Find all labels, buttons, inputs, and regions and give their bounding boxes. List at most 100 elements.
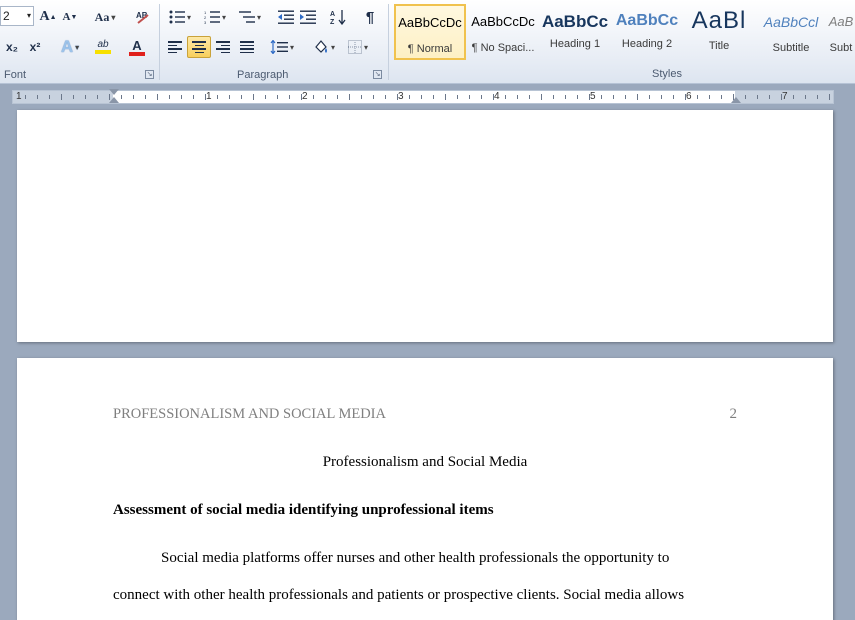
style-no-spacing[interactable]: AaBbCcDc ¶ No Spaci... bbox=[467, 4, 539, 60]
ruler-tick bbox=[133, 95, 134, 99]
decrease-indent-icon bbox=[278, 10, 294, 24]
style-name: ¶ Normal bbox=[407, 43, 453, 55]
ruler-tick bbox=[757, 95, 758, 99]
paragraph-dialog-launcher-icon[interactable]: ↘ bbox=[373, 70, 382, 79]
align-left-icon bbox=[168, 41, 182, 53]
ruler-tick bbox=[493, 94, 494, 100]
ruler-tick bbox=[433, 95, 434, 99]
ruler-tick bbox=[565, 95, 566, 99]
style-name: Heading 2 bbox=[621, 38, 673, 50]
ruler-tick bbox=[193, 95, 194, 99]
numbering-icon: 123 bbox=[204, 10, 220, 24]
subscript-button[interactable]: x₂ bbox=[2, 36, 22, 58]
style-heading-2[interactable]: AaBbCc Heading 2 bbox=[611, 4, 683, 60]
justify-button[interactable] bbox=[235, 36, 259, 58]
ruler-left-margin bbox=[13, 91, 113, 103]
style-title[interactable]: AaBl Title bbox=[683, 4, 755, 60]
sort-button[interactable]: AZ bbox=[327, 6, 349, 28]
show-formatting-marks-button[interactable]: ¶ bbox=[359, 6, 381, 28]
ruler-tick bbox=[313, 95, 314, 99]
ruler-tick bbox=[457, 95, 458, 99]
document-title[interactable]: Professionalism and Social Media bbox=[17, 454, 833, 471]
style-sample: AaBbCcl bbox=[763, 14, 819, 30]
section-heading[interactable]: Assessment of social media identifying u… bbox=[113, 502, 494, 519]
grow-font-button[interactable]: A ▲ bbox=[38, 6, 58, 28]
style-subtle-emphasis[interactable]: AaB Subt bbox=[827, 4, 855, 60]
ruler-tick bbox=[145, 95, 146, 99]
ruler-tick bbox=[529, 95, 530, 99]
ruler-tick bbox=[469, 95, 470, 99]
bullets-button[interactable]: ▾ bbox=[165, 6, 195, 28]
ruler-tick bbox=[649, 95, 650, 99]
style-heading-1[interactable]: AaBbCc Heading 1 bbox=[539, 4, 611, 60]
multilevel-list-icon bbox=[238, 11, 255, 23]
change-case-button[interactable]: Aa ▾ bbox=[90, 6, 120, 28]
paragraph-group: ▾ 1 2 3 ▾ ▾ AZ ¶ ▾ ▾ ▾ Paragraph ↘ bbox=[161, 0, 387, 84]
line-spacing-icon bbox=[270, 40, 288, 54]
ruler-tick bbox=[685, 94, 686, 100]
body-paragraph-line[interactable]: connect with other health professionals … bbox=[113, 587, 733, 604]
superscript-button[interactable]: x² bbox=[25, 36, 45, 58]
borders-button[interactable]: ▾ bbox=[343, 36, 373, 58]
font-dialog-launcher-icon[interactable]: ↘ bbox=[145, 70, 154, 79]
align-right-icon bbox=[216, 41, 230, 53]
align-center-button[interactable] bbox=[187, 36, 211, 58]
ruler-tick bbox=[745, 95, 746, 99]
ruler-tick bbox=[385, 95, 386, 99]
clear-formatting-button[interactable]: AB bbox=[132, 6, 154, 28]
body-paragraph-line[interactable]: Social media platforms offer nurses and … bbox=[113, 550, 733, 567]
ruler-tick bbox=[37, 95, 38, 99]
running-head[interactable]: PROFESSIONALISM AND SOCIAL MEDIA bbox=[113, 406, 386, 423]
numbering-button[interactable]: 1 2 3 ▾ bbox=[199, 6, 231, 28]
style-name: Title bbox=[708, 40, 730, 52]
style-subtitle[interactable]: AaBbCcl Subtitle bbox=[755, 4, 827, 60]
document-page[interactable]: PROFESSIONALISM AND SOCIAL MEDIA 2 Profe… bbox=[17, 358, 833, 620]
ruler-tick bbox=[553, 95, 554, 99]
ruler-tick bbox=[121, 95, 122, 99]
ruler-tick bbox=[589, 94, 590, 100]
ruler-tick bbox=[325, 95, 326, 99]
highlight-button[interactable]: ab bbox=[88, 36, 118, 58]
highlight-icon: ab bbox=[97, 39, 109, 50]
ruler-tick bbox=[349, 94, 350, 100]
ruler-tick bbox=[49, 95, 50, 99]
svg-text:Z: Z bbox=[330, 19, 335, 25]
align-left-button[interactable] bbox=[163, 36, 187, 58]
horizontal-ruler[interactable]: 1 1 2 3 4 5 6 7 bbox=[12, 89, 834, 104]
shrink-font-button[interactable]: A ▼ bbox=[60, 6, 80, 28]
style-normal[interactable]: AaBbCcDc ¶ Normal bbox=[394, 4, 466, 60]
ruler-tick bbox=[637, 94, 638, 100]
font-color-button[interactable]: A bbox=[122, 36, 152, 58]
align-right-button[interactable] bbox=[211, 36, 235, 58]
ribbon: 2 ▾ A ▲ A ▼ Aa ▾ AB x₂ x² A ▾ ab A Font ↘ ▾ … bbox=[0, 0, 855, 84]
chevron-down-icon: ▾ bbox=[26, 11, 31, 20]
font-size-box[interactable]: 2 ▾ bbox=[0, 6, 34, 26]
text-effects-button[interactable]: A ▾ bbox=[56, 36, 84, 58]
ruler-tick bbox=[481, 95, 482, 99]
ruler-tick bbox=[217, 95, 218, 99]
line-spacing-button[interactable]: ▾ bbox=[267, 36, 297, 58]
multilevel-list-button[interactable]: ▾ bbox=[235, 6, 265, 28]
style-sample: AaBl bbox=[691, 7, 747, 34]
ruler-number: 1 bbox=[16, 91, 22, 102]
decrease-indent-button[interactable] bbox=[275, 6, 297, 28]
ruler-tick bbox=[769, 95, 770, 99]
shading-button[interactable]: ▾ bbox=[309, 36, 339, 58]
ruler-tick bbox=[277, 95, 278, 99]
ruler-number: 6 bbox=[686, 91, 692, 102]
ruler-tick bbox=[805, 95, 806, 99]
shading-icon bbox=[315, 40, 327, 53]
document-page[interactable] bbox=[17, 110, 833, 342]
style-name: Subtitle bbox=[772, 42, 810, 54]
ruler-tick bbox=[673, 95, 674, 99]
ruler-tick bbox=[793, 95, 794, 99]
ruler-tick bbox=[601, 95, 602, 99]
ruler-tick bbox=[397, 94, 398, 100]
increase-indent-button[interactable] bbox=[297, 6, 319, 28]
justify-icon bbox=[240, 41, 254, 53]
ruler-number: 1 bbox=[206, 91, 212, 102]
first-line-indent-marker-icon[interactable] bbox=[109, 89, 119, 95]
ruler-tick bbox=[721, 95, 722, 99]
page-number[interactable]: 2 bbox=[730, 406, 738, 423]
hanging-indent-marker-icon[interactable] bbox=[109, 97, 119, 103]
